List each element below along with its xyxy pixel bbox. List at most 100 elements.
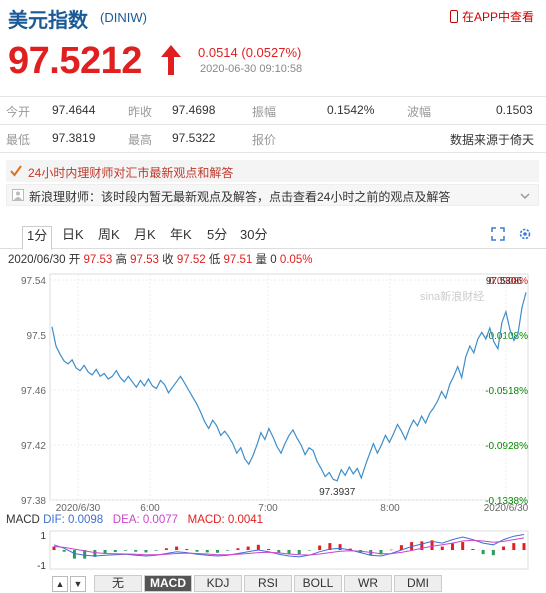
open-in-app-label: 在APP中查看	[461, 10, 534, 24]
ohlc-vol: 0	[270, 254, 277, 266]
indicator-boll[interactable]: BOLL	[294, 575, 342, 592]
macd-y-tick: -1	[37, 561, 46, 572]
stat-label-high: 最高	[128, 133, 153, 147]
macd-histogram-bar	[450, 543, 454, 550]
settings-icon[interactable]	[518, 227, 532, 241]
ohlc-open-label: 开	[68, 254, 81, 266]
indicator-dmi[interactable]: DMI	[394, 575, 442, 592]
dif-value: 0.0098	[68, 514, 104, 526]
tab-30min[interactable]: 30分	[236, 226, 271, 248]
symbol-code: (DINIW)	[100, 10, 147, 25]
ohlc-pct: 0.05%	[279, 254, 313, 266]
macd-histogram-bar	[307, 550, 311, 551]
ohlc-open: 97.53	[83, 254, 113, 266]
macd-legend: MACD DIF: 0.0098 DEA: 0.0077 MACD: 0.004…	[6, 514, 263, 526]
macd-histogram-bar	[471, 548, 475, 550]
y-tick-label: 97.5	[27, 331, 47, 342]
last-price-label: 97.5306	[486, 276, 523, 287]
price-chart[interactable]: 97.54 0.0908%97.5 -0.0108%97.46 -0.0518%97.…	[0, 266, 546, 512]
macd-histogram-bar	[318, 545, 322, 550]
indicator-wr[interactable]: WR	[344, 575, 392, 592]
macd-histogram-bar	[124, 550, 128, 551]
y-tick-label: 97.46	[21, 386, 46, 397]
scroll-down-button[interactable]: ▼	[70, 576, 86, 592]
stats-row: 最低 97.3819 最高 97.5322 报价 数据来源于倚天	[0, 124, 546, 153]
advisor-note-bar[interactable]: 新浪理财师：该时段内暂无最新观点及解答，点击查看24小时之前的观点及解答	[6, 184, 539, 206]
pct-tick-label: -0.0518%	[485, 386, 528, 397]
macd-histogram-bar	[195, 550, 199, 552]
macd-histogram-bar	[389, 549, 393, 551]
ohlc-readout: 2020/06/30 开 97.53 高 97.53 收 97.52 低 97.…	[8, 251, 312, 267]
tab-1min[interactable]: 1分	[22, 226, 53, 250]
stat-label-range: 波幅	[407, 105, 432, 119]
indicator-kdj[interactable]: KDJ	[194, 575, 242, 592]
y-tick-label: 97.54	[21, 276, 46, 287]
macd-histogram-bar	[154, 550, 158, 551]
advisor-note-text: 新浪理财师：该时段内暂无最新观点及解答，点击查看24小时之前的观点及解答	[29, 190, 451, 204]
macd-title: MACD	[6, 514, 40, 526]
advisor-tip-bar[interactable]: 24小时内理财师对汇市最新观点和解答	[6, 160, 539, 182]
price-change: 0.0514 (0.0527%)	[198, 45, 302, 60]
y-tick-label: 97.38	[21, 496, 46, 507]
tab-yearly[interactable]: 年K	[166, 226, 196, 248]
stat-label-low: 最低	[6, 133, 31, 147]
scroll-up-button[interactable]: ▲	[52, 576, 68, 592]
macd-histogram-bar	[134, 550, 138, 552]
macd-value-label: MACD:	[187, 514, 225, 526]
chart-frame	[49, 273, 529, 501]
tab-weekly[interactable]: 周K	[94, 226, 124, 248]
macd-histogram-bar	[297, 550, 301, 555]
macd-histogram-bar	[62, 550, 66, 552]
stat-value-range: 0.1503	[496, 103, 533, 117]
chevron-down-icon[interactable]	[520, 191, 530, 201]
macd-histogram-bar	[185, 548, 189, 550]
stat-value-amplitude: 0.1542%	[327, 103, 375, 117]
stat-value-high: 97.5322	[172, 131, 216, 145]
macd-histogram-bar	[72, 550, 76, 559]
open-in-app-link[interactable]: 在APP中查看	[449, 8, 534, 25]
x-tick-label: 2020/6/30	[484, 503, 529, 512]
indicator-rsi[interactable]: RSI	[244, 575, 292, 592]
macd-histogram-bar	[491, 550, 495, 556]
macd-histogram-bar	[338, 544, 342, 550]
y-tick-label: 97.42	[21, 441, 46, 452]
check-icon	[10, 165, 22, 177]
stat-label-prev-close: 昨收	[128, 105, 153, 119]
indicator-none[interactable]: 无	[94, 575, 142, 592]
stats-table: 今开 97.4644 昨收 97.4698 振幅 0.1542% 波幅 0.15…	[0, 96, 546, 153]
current-price: 97.5212	[8, 40, 142, 82]
macd-chart[interactable]: 1 -1	[0, 527, 546, 573]
macd-histogram-bar	[215, 550, 219, 553]
macd-histogram-bar	[226, 550, 230, 551]
x-tick-label: 2020/6/30	[56, 503, 101, 512]
macd-histogram-bar	[481, 550, 485, 555]
tab-daily[interactable]: 日K	[58, 226, 88, 248]
avatar-icon	[12, 189, 24, 201]
dea-value: 0.0077	[142, 514, 179, 526]
fullscreen-icon[interactable]	[491, 227, 505, 241]
macd-histogram-bar	[522, 543, 526, 550]
stat-value-source: 数据来源于倚天	[450, 133, 535, 147]
macd-histogram-bar	[236, 548, 240, 550]
macd-histogram-bar	[502, 546, 506, 550]
macd-histogram-bar	[205, 550, 209, 553]
ohlc-high-label: 高	[115, 254, 127, 266]
ohlc-close: 97.52	[176, 254, 206, 266]
indicator-macd[interactable]: MACD	[144, 575, 192, 592]
tab-5min[interactable]: 5分	[203, 226, 231, 248]
stat-value-prev-close: 97.4698	[172, 103, 216, 117]
phone-icon	[449, 10, 458, 23]
x-tick-label: 6:00	[140, 503, 160, 512]
min-price-label: 97.3937	[319, 487, 356, 498]
stat-value-low: 97.3819	[52, 131, 96, 145]
ohlc-low-label: 低	[208, 254, 221, 266]
ohlc-date: 2020/06/30	[8, 254, 66, 266]
macd-value: 0.0041	[227, 514, 264, 526]
tab-monthly[interactable]: 月K	[130, 226, 160, 248]
period-tabs: 1分 日K 周K 月K 年K 5分 30分	[0, 222, 546, 250]
ohlc-close-label: 收	[162, 254, 174, 266]
up-arrow-icon	[160, 44, 182, 81]
page-title: 美元指数	[8, 10, 88, 32]
macd-histogram-bar	[164, 548, 168, 550]
ohlc-low: 97.51	[223, 254, 253, 266]
